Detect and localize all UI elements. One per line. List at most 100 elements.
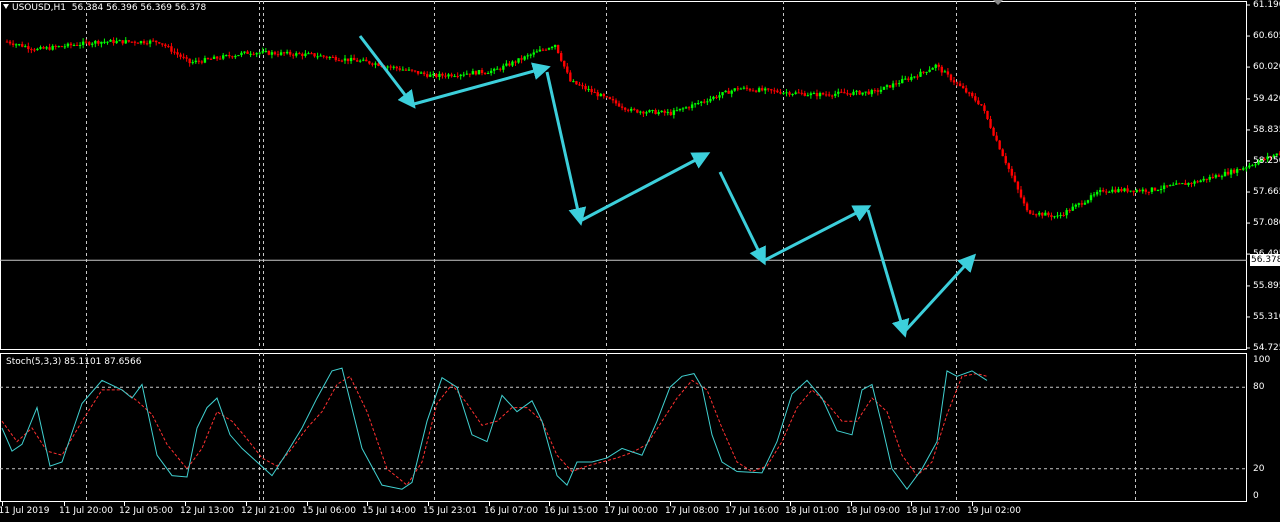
trend-arrow <box>358 35 416 109</box>
bear-candle <box>1031 213 1035 215</box>
stochastic-tick-label: 20 <box>1253 463 1265 474</box>
bull-candle <box>1168 185 1172 187</box>
bear-candle <box>770 89 773 91</box>
bear-candle <box>1041 212 1044 216</box>
bear-candle <box>88 42 91 45</box>
stochastic-tick-label: 80 <box>1253 382 1265 393</box>
bull-candle <box>639 111 642 113</box>
bear-candle <box>1050 215 1053 217</box>
bull-candle <box>782 92 785 94</box>
bear-candle <box>1028 210 1032 214</box>
bull-candle <box>328 56 331 58</box>
bull-candle <box>459 74 462 77</box>
bull-candle <box>57 46 60 48</box>
bull-candle <box>861 92 864 95</box>
bull-candle <box>706 101 709 103</box>
bear-candle <box>1153 187 1157 191</box>
bear-candle <box>907 78 910 80</box>
bear-candle <box>27 46 30 50</box>
bull-candle <box>806 95 810 97</box>
bull-candle <box>794 92 797 94</box>
bull-candle <box>486 73 490 75</box>
time-tick-label: 11 Jul 2019 <box>0 506 50 516</box>
bear-candle <box>1165 185 1169 187</box>
bear-candle <box>161 43 164 45</box>
bull-candle <box>359 60 362 62</box>
bear-candle <box>602 93 606 97</box>
bear-candle <box>788 92 791 95</box>
bull-candle <box>258 52 261 54</box>
bull-candle <box>1187 182 1190 185</box>
dropdown-triangle-icon[interactable] <box>3 4 9 9</box>
bull-candle <box>319 55 322 57</box>
bear-candle <box>136 42 140 44</box>
bull-candle <box>465 73 468 75</box>
bear-candle <box>121 40 124 44</box>
bull-candle <box>94 40 97 44</box>
bear-candle <box>273 52 277 55</box>
chart-canvas[interactable] <box>0 0 1280 522</box>
bear-candle <box>514 61 517 63</box>
time-tick-label: 17 Jul 00:00 <box>604 506 658 516</box>
bull-candle <box>1129 190 1132 192</box>
bear-candle <box>916 76 919 78</box>
bull-candle <box>742 87 746 89</box>
bear-candle <box>30 49 33 51</box>
bear-candle <box>654 110 657 115</box>
bear-candle <box>337 60 341 62</box>
bull-candle <box>517 58 520 63</box>
bull-candle <box>1235 169 1239 173</box>
bull-candle <box>438 73 441 77</box>
bull-candle <box>870 90 873 95</box>
bull-candle <box>362 59 365 61</box>
bear-candle <box>1211 176 1215 178</box>
bear-candle <box>888 85 892 88</box>
bull-candle <box>1202 178 1205 181</box>
bull-candle <box>739 88 743 90</box>
bull-candle <box>279 52 283 55</box>
bear-candle <box>334 56 338 61</box>
trend-arrow <box>545 71 587 226</box>
bull-candle <box>1242 168 1245 170</box>
bull-candle <box>139 41 143 44</box>
bull-candle <box>496 68 499 70</box>
bull-candle <box>1135 190 1138 193</box>
bear-candle <box>368 61 371 64</box>
bull-candle <box>1095 191 1099 195</box>
bear-candle <box>563 60 566 67</box>
bull-candle <box>407 69 411 71</box>
bear-candle <box>474 71 478 75</box>
trend-arrow <box>581 152 711 222</box>
bear-candle <box>544 49 548 51</box>
bear-candle <box>821 93 825 95</box>
bear-candle <box>508 63 511 66</box>
bull-candle <box>212 56 216 59</box>
bear-candle <box>292 54 295 56</box>
bull-candle <box>1077 203 1081 205</box>
trend-arrow <box>764 205 872 262</box>
bear-candle <box>623 107 627 110</box>
bear-candle <box>200 61 204 63</box>
bear-candle <box>33 49 36 51</box>
bear-candle <box>5 41 9 43</box>
chart-window[interactable]: USOUSD,H1 56.384 56.396 56.369 56.378 St… <box>0 0 1280 522</box>
bull-candle <box>1248 165 1251 168</box>
bull-candle <box>697 103 700 105</box>
bear-candle <box>145 43 149 45</box>
bull-candle <box>885 85 889 87</box>
bear-candle <box>206 58 210 60</box>
bull-candle <box>1038 212 1041 215</box>
chart-shift-marker-icon[interactable] <box>993 0 1003 5</box>
bear-candle <box>215 56 219 59</box>
bear-candle <box>1016 181 1020 190</box>
bull-candle <box>1208 176 1211 180</box>
bear-candle <box>745 87 749 89</box>
bear-candle <box>1217 175 1221 177</box>
time-tick-label: 16 Jul 15:00 <box>544 506 598 516</box>
bull-candle <box>547 48 551 50</box>
bull-candle <box>535 51 539 53</box>
bear-candle <box>75 45 79 47</box>
bear-candle <box>164 44 167 47</box>
bull-candle <box>529 54 532 56</box>
time-tick-label: 16 Jul 07:00 <box>484 506 538 516</box>
